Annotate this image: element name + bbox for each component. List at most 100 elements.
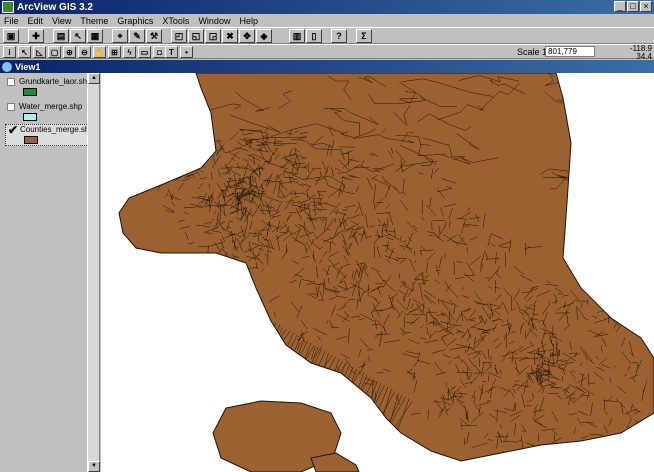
help-button[interactable]: ? (331, 29, 347, 43)
zoom-selected-button[interactable]: ◲ (205, 29, 221, 43)
app-title: ArcView GIS 3.2 (17, 1, 93, 13)
view-title: View1 (15, 61, 41, 72)
open-table-button[interactable]: ▦ (87, 29, 103, 43)
view-icon (2, 61, 12, 72)
edit-legend-button[interactable]: ↖ (70, 29, 86, 43)
snap-icon: ◘ (157, 47, 162, 57)
save-project-button[interactable]: ▣ (3, 29, 19, 43)
zoom-in-button[interactable]: ✖ (222, 29, 238, 43)
info-icon: i (8, 47, 11, 57)
layer-name: Counties_merge.sh (20, 125, 90, 134)
pointer-tool[interactable]: ↖ (18, 46, 31, 58)
layer-counties-merge[interactable]: ✔ Counties_merge.sh (5, 124, 89, 146)
zoom-previous-icon: ◈ (260, 30, 268, 41)
text-tool[interactable]: T (165, 46, 178, 58)
zoom-in-tool[interactable]: ⊕ (63, 46, 76, 58)
layer-grundkarte[interactable]: Grundkarte_laor.sh (5, 77, 89, 99)
menu-bar: File Edit View Theme Graphics XTools Win… (0, 14, 654, 27)
zoom-selected-icon: ◲ (208, 30, 218, 41)
layer-water-merge[interactable]: Water_merge.shp (5, 102, 89, 124)
button-bar: ▣ ✚ ▤ ↖ ▦ ⌖ ✎ ⚒ ◰ ◱ ◲ ✖ ✥ ◈ ▥ ▯ ? Σ (0, 27, 654, 44)
zoom-out-tool[interactable]: ⊖ (78, 46, 91, 58)
properties-icon: ▤ (56, 30, 66, 41)
vertex-edit-tool[interactable]: ◺ (33, 46, 46, 58)
statistics-button[interactable]: Σ (356, 29, 372, 43)
menu-graphics[interactable]: Graphics (117, 16, 153, 26)
pointer-icon: ↖ (21, 47, 28, 57)
zoom-in-fixed-icon: ✖ (226, 30, 234, 41)
measure-tool[interactable]: ⊞ (108, 46, 121, 58)
layer-checkbox-checked[interactable]: ✔ (8, 124, 18, 136)
zoom-extent-icon: ◰ (174, 30, 184, 41)
find-button[interactable]: ⌖ (112, 29, 128, 43)
theme-properties-button[interactable]: ▤ (53, 29, 69, 43)
menu-theme[interactable]: Theme (80, 16, 108, 26)
layer-checkbox[interactable] (7, 78, 15, 86)
measure-icon: ⊞ (111, 47, 118, 57)
map-canvas[interactable] (101, 73, 654, 472)
zoom-in-icon: ⊕ (66, 47, 73, 57)
toc-layer-list: Grundkarte_laor.sh Water_merge.shp ✔ Cou… (2, 74, 89, 472)
scroll-down-icon[interactable]: ▼ (88, 461, 100, 472)
help-query-icon: ? (336, 31, 342, 41)
sigma-icon: Σ (361, 31, 367, 41)
zoom-full-extent-button[interactable]: ◰ (171, 29, 187, 43)
select-feature-icon: ▢ (50, 47, 59, 57)
label-icon: ▭ (140, 47, 149, 57)
layer-color-swatch (24, 136, 38, 144)
layer-checkbox[interactable] (7, 103, 15, 111)
identify-tool[interactable]: i (3, 46, 16, 58)
menu-xtools[interactable]: XTools (162, 16, 189, 26)
minimize-button[interactable]: _ (614, 1, 626, 12)
menu-window[interactable]: Window (198, 16, 230, 26)
county-map[interactable] (101, 73, 654, 472)
vertex-icon: ◺ (36, 47, 43, 57)
zoom-previous-button[interactable]: ◈ (256, 29, 272, 43)
clear-selection-button[interactable]: ▯ (306, 29, 322, 43)
scale-input[interactable]: 801,779 (545, 46, 595, 57)
menu-help[interactable]: Help (239, 16, 258, 26)
tool-bar: i ↖ ◺ ▢ ⊕ ⊖ ✋ ⊞ ϟ ▭ ◘ T • Scale 1: 801,7… (0, 44, 654, 61)
layer-name: Grundkarte_laor.sh (19, 77, 88, 86)
select-icon: ▥ (292, 30, 302, 41)
select-feature-tool[interactable]: ▢ (48, 46, 61, 58)
menu-view[interactable]: View (52, 16, 71, 26)
table-icon: ▦ (90, 30, 100, 41)
layer-name: Water_merge.shp (19, 102, 83, 111)
label-tool[interactable]: ▭ (138, 46, 151, 58)
close-button[interactable]: × (640, 1, 652, 12)
maximize-button[interactable]: □ (627, 1, 639, 12)
locate-icon: ✎ (133, 30, 141, 41)
toc-scrollbar[interactable]: ▲ ▼ (87, 73, 100, 472)
text-icon: T (169, 47, 174, 57)
zoom-out-fixed-icon: ✥ (243, 30, 251, 41)
scroll-up-icon[interactable]: ▲ (88, 73, 100, 84)
point-icon: • (185, 47, 188, 57)
hotlink-tool[interactable]: ϟ (123, 46, 136, 58)
add-theme-button[interactable]: ✚ (28, 29, 44, 43)
query-builder-button[interactable]: ⚒ (146, 29, 162, 43)
add-theme-icon: ✚ (32, 30, 40, 41)
menu-file[interactable]: File (4, 16, 19, 26)
lightning-icon: ϟ (127, 47, 132, 57)
menu-edit[interactable]: Edit (28, 16, 44, 26)
view-titlebar: View1 (0, 60, 654, 73)
locate-address-button[interactable]: ✎ (129, 29, 145, 43)
arcview-app-icon (2, 1, 14, 13)
zoom-themes-icon: ◱ (191, 30, 201, 41)
zoom-active-themes-button[interactable]: ◱ (188, 29, 204, 43)
clear-icon: ▯ (311, 30, 317, 41)
binoculars-icon: ⌖ (117, 30, 123, 41)
zoom-out-button[interactable]: ✥ (239, 29, 255, 43)
select-features-button[interactable]: ▥ (289, 29, 305, 43)
layer-color-swatch (23, 88, 37, 96)
table-of-contents: Grundkarte_laor.sh Water_merge.shp ✔ Cou… (0, 73, 100, 472)
pan-tool[interactable]: ✋ (93, 46, 106, 58)
legend-icon: ↖ (74, 30, 82, 41)
layer-color-swatch (23, 113, 37, 121)
zoom-out-icon: ⊖ (81, 47, 88, 57)
app-titlebar: ArcView GIS 3.2 _ □ × (0, 0, 654, 14)
hammer-icon: ⚒ (149, 30, 159, 41)
draw-point-tool[interactable]: • (180, 46, 193, 58)
hand-icon: ✋ (94, 47, 105, 57)
